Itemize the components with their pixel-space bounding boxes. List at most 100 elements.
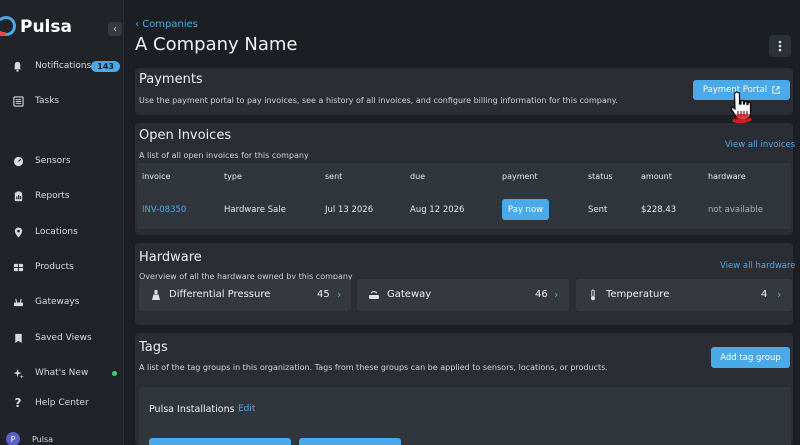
sidebar-item-help-center[interactable]: ? Help Center xyxy=(0,392,124,414)
tags-title: Tags xyxy=(139,340,168,355)
sidebar-item-label: Products xyxy=(35,262,74,272)
avatar: P xyxy=(6,432,20,445)
sidebar-item-gateways[interactable]: Gateways xyxy=(0,291,124,313)
sidebar-item-label: Reports xyxy=(35,191,70,201)
hardware-name: Differential Pressure xyxy=(169,289,271,300)
chevron-right-icon: › xyxy=(554,288,559,301)
sidebar-item-label: Notifications xyxy=(34,61,92,71)
column-header: payment xyxy=(502,172,538,181)
sidebar-item-saved-views[interactable]: Saved Views xyxy=(0,327,124,349)
sidebar-item-reports[interactable]: Reports xyxy=(0,185,124,207)
payments-title: Payments xyxy=(139,72,203,87)
invoice-hardware: not available xyxy=(708,205,763,215)
tag-chip[interactable] xyxy=(299,438,401,445)
gauge-icon xyxy=(11,154,25,168)
sidebar-item-label: Help Center xyxy=(35,398,89,408)
invoice-due-date: Aug 12 2026 xyxy=(410,205,465,215)
pay-now-button[interactable]: Pay now xyxy=(502,199,549,220)
invoice-number-link[interactable]: INV-08350 xyxy=(142,205,186,215)
sidebar-item-sensors[interactable]: Sensors xyxy=(0,150,124,172)
tag-group-pulsa-installations: Pulsa Installations Edit xyxy=(139,387,791,445)
sidebar-item-label: Sensors xyxy=(35,156,71,166)
tag-chip[interactable] xyxy=(149,438,291,445)
invoice-status: Sent xyxy=(588,205,608,215)
user-name: Pulsa xyxy=(32,434,54,444)
column-header: invoice xyxy=(142,172,171,181)
hardware-tile-temperature[interactable]: Temperature 4 › xyxy=(576,279,792,311)
thermometer-icon xyxy=(586,288,600,302)
tags-card: Tags A list of the tag groups in this or… xyxy=(135,333,793,445)
invoice-amount: $228.43 xyxy=(641,205,677,215)
invoices-table: invoice type sent due payment status amo… xyxy=(137,163,791,229)
invoice-sent-date: Jul 13 2026 xyxy=(325,205,374,215)
sidebar-item-label: Tasks xyxy=(35,96,60,106)
list-icon xyxy=(11,94,25,108)
sidebar-item-notifications[interactable]: Notifications 143 xyxy=(0,55,124,77)
hardware-count: 4 xyxy=(761,289,768,300)
add-tag-group-button[interactable]: Add tag group xyxy=(711,347,790,368)
sidebar-item-products[interactable]: Products xyxy=(0,256,124,278)
notification-count-badge: 143 xyxy=(91,60,120,72)
pulsa-logo-icon xyxy=(0,16,18,38)
open-invoices-description: A list of all open invoices for this com… xyxy=(139,151,309,160)
open-invoices-title: Open Invoices xyxy=(139,128,232,143)
payments-card: Payments Use the payment portal to pay i… xyxy=(135,68,793,115)
hardware-card: Hardware Overview of all the hardware ow… xyxy=(135,243,796,325)
invoice-type: Hardware Sale xyxy=(224,205,286,215)
sidebar-item-label: Saved Views xyxy=(35,333,92,343)
column-header: hardware xyxy=(708,172,746,181)
breadcrumb[interactable]: ‹ Companies xyxy=(135,19,198,30)
hardware-name: Gateway xyxy=(387,289,432,300)
gateway-icon xyxy=(367,288,381,302)
column-header: sent xyxy=(325,172,343,181)
app-name: Pulsa xyxy=(20,17,72,37)
sidebar-item-label: Gateways xyxy=(35,297,80,307)
pressure-icon xyxy=(149,288,163,302)
payments-description: Use the payment portal to pay invoices, … xyxy=(139,96,618,105)
hardware-name: Temperature xyxy=(606,289,670,300)
column-header: amount xyxy=(641,172,672,181)
question-icon: ? xyxy=(14,396,22,410)
grid-icon xyxy=(11,260,25,274)
sidebar-item-whats-new[interactable]: What's New xyxy=(0,362,124,384)
sidebar: Pulsa ‹ Notifications 143 Tasks Sensors … xyxy=(0,0,124,445)
logo[interactable]: Pulsa xyxy=(0,16,72,38)
column-header: status xyxy=(588,172,613,181)
bell-icon xyxy=(11,59,25,73)
chevron-left-icon: ‹ xyxy=(113,23,117,35)
sidebar-item-locations[interactable]: Locations xyxy=(0,221,124,243)
bookmark-icon xyxy=(11,331,25,345)
hardware-count: 45 xyxy=(317,289,330,300)
edit-tag-group-link[interactable]: Edit xyxy=(238,404,255,414)
hardware-count: 46 xyxy=(535,289,548,300)
page-title: A Company Name xyxy=(135,34,298,55)
main-content: ‹ Companies A Company Name Payments Use … xyxy=(124,0,800,445)
chevron-right-icon: › xyxy=(337,288,342,301)
sidebar-item-tasks[interactable]: Tasks xyxy=(0,90,124,112)
sparkle-icon xyxy=(11,366,25,380)
open-invoices-card: Open Invoices A list of all open invoice… xyxy=(135,123,795,235)
breadcrumb-companies-link[interactable]: Companies xyxy=(142,19,198,30)
pin-icon xyxy=(11,225,25,239)
sidebar-item-label: What's New xyxy=(35,368,89,378)
hand-cursor-icon xyxy=(730,91,752,124)
column-header: due xyxy=(410,172,426,181)
tags-description: A list of the tag groups in this organiz… xyxy=(139,363,608,372)
new-indicator-dot xyxy=(112,370,117,376)
report-icon xyxy=(11,189,25,203)
hardware-tile-differential-pressure[interactable]: Differential Pressure 45 › xyxy=(139,279,351,311)
hardware-title: Hardware xyxy=(139,250,202,265)
more-options-button[interactable] xyxy=(769,35,791,57)
view-all-hardware-link[interactable]: View all hardware xyxy=(720,261,796,271)
collapse-sidebar-button[interactable]: ‹ xyxy=(108,22,122,36)
router-icon xyxy=(11,295,25,309)
sidebar-item-label: Locations xyxy=(35,227,78,237)
kebab-menu-icon xyxy=(778,40,782,52)
tag-group-name: Pulsa Installations xyxy=(149,404,235,415)
chevron-right-icon: › xyxy=(777,288,782,301)
column-header: type xyxy=(224,172,242,181)
hardware-tile-gateway[interactable]: Gateway 46 › xyxy=(357,279,569,311)
user-profile[interactable]: P Pulsa xyxy=(6,432,53,445)
external-link-icon xyxy=(772,86,780,94)
view-all-invoices-link[interactable]: View all invoices xyxy=(725,140,795,150)
